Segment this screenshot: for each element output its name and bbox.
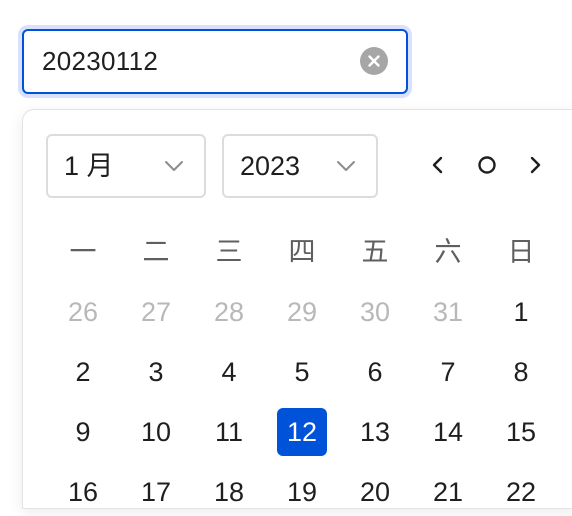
day-cell[interactable]: 26: [58, 288, 108, 336]
day-cell[interactable]: 13: [350, 408, 400, 456]
week-row: 16 17 18 19 20 21 22: [46, 468, 558, 508]
day-cell[interactable]: 29: [277, 288, 327, 336]
weekday-header: 一 二 三 四 五 六 日: [46, 228, 558, 268]
day-cell[interactable]: 4: [204, 348, 254, 396]
weekday-label: 二: [142, 237, 170, 267]
day-cell[interactable]: 11: [204, 408, 254, 456]
day-cell[interactable]: 22: [496, 468, 546, 516]
close-circle-icon[interactable]: [360, 47, 388, 75]
weekday-label: 四: [288, 237, 316, 267]
date-input-value[interactable]: 20230112: [42, 31, 158, 92]
week-row: 2 3 4 5 6 7 8: [46, 348, 558, 388]
circle-icon[interactable]: [472, 150, 502, 180]
day-cell[interactable]: 28: [204, 288, 254, 336]
chevron-right-icon[interactable]: [520, 150, 550, 180]
chevron-down-icon: [336, 156, 356, 181]
chevron-down-icon: [164, 156, 184, 181]
day-cell[interactable]: 21: [423, 468, 473, 516]
month-select-value: 1 月: [64, 151, 114, 181]
day-cell-selected[interactable]: 12: [277, 408, 327, 456]
day-cell[interactable]: 6: [350, 348, 400, 396]
weekday-label: 日: [507, 237, 535, 267]
week-row: 26 27 28 29 30 31 1: [46, 288, 558, 328]
day-cell[interactable]: 1: [496, 288, 546, 336]
day-cell[interactable]: 31: [423, 288, 473, 336]
day-cell[interactable]: 16: [58, 468, 108, 516]
day-cell[interactable]: 10: [131, 408, 181, 456]
day-cell[interactable]: 7: [423, 348, 473, 396]
day-cell[interactable]: 2: [58, 348, 108, 396]
weekday-label: 三: [215, 237, 243, 267]
day-cell[interactable]: 17: [131, 468, 181, 516]
day-cell[interactable]: 20: [350, 468, 400, 516]
weekday-label: 一: [69, 237, 97, 267]
date-input[interactable]: 20230112: [22, 29, 408, 94]
week-row: 9 10 11 12 13 14 15: [46, 408, 558, 456]
weekday-label: 五: [361, 237, 389, 267]
day-cell[interactable]: 5: [277, 348, 327, 396]
date-picker-panel: 1 月 2023 一 二 三 四 五 六 日 26 27 28 29 30 31…: [22, 109, 572, 509]
day-cell[interactable]: 14: [423, 408, 473, 456]
year-select-value: 2023: [240, 151, 301, 181]
day-cell[interactable]: 30: [350, 288, 400, 336]
weekday-label: 六: [434, 237, 462, 267]
day-cell[interactable]: 3: [131, 348, 181, 396]
day-cell[interactable]: 18: [204, 468, 254, 516]
chevron-left-icon[interactable]: [423, 150, 453, 180]
day-cell[interactable]: 19: [277, 468, 327, 516]
month-select[interactable]: 1 月: [46, 134, 206, 198]
day-cell[interactable]: 15: [496, 408, 546, 456]
day-cell[interactable]: 8: [496, 348, 546, 396]
day-cell[interactable]: 27: [131, 288, 181, 336]
year-select[interactable]: 2023: [222, 134, 378, 198]
day-cell[interactable]: 9: [58, 408, 108, 456]
